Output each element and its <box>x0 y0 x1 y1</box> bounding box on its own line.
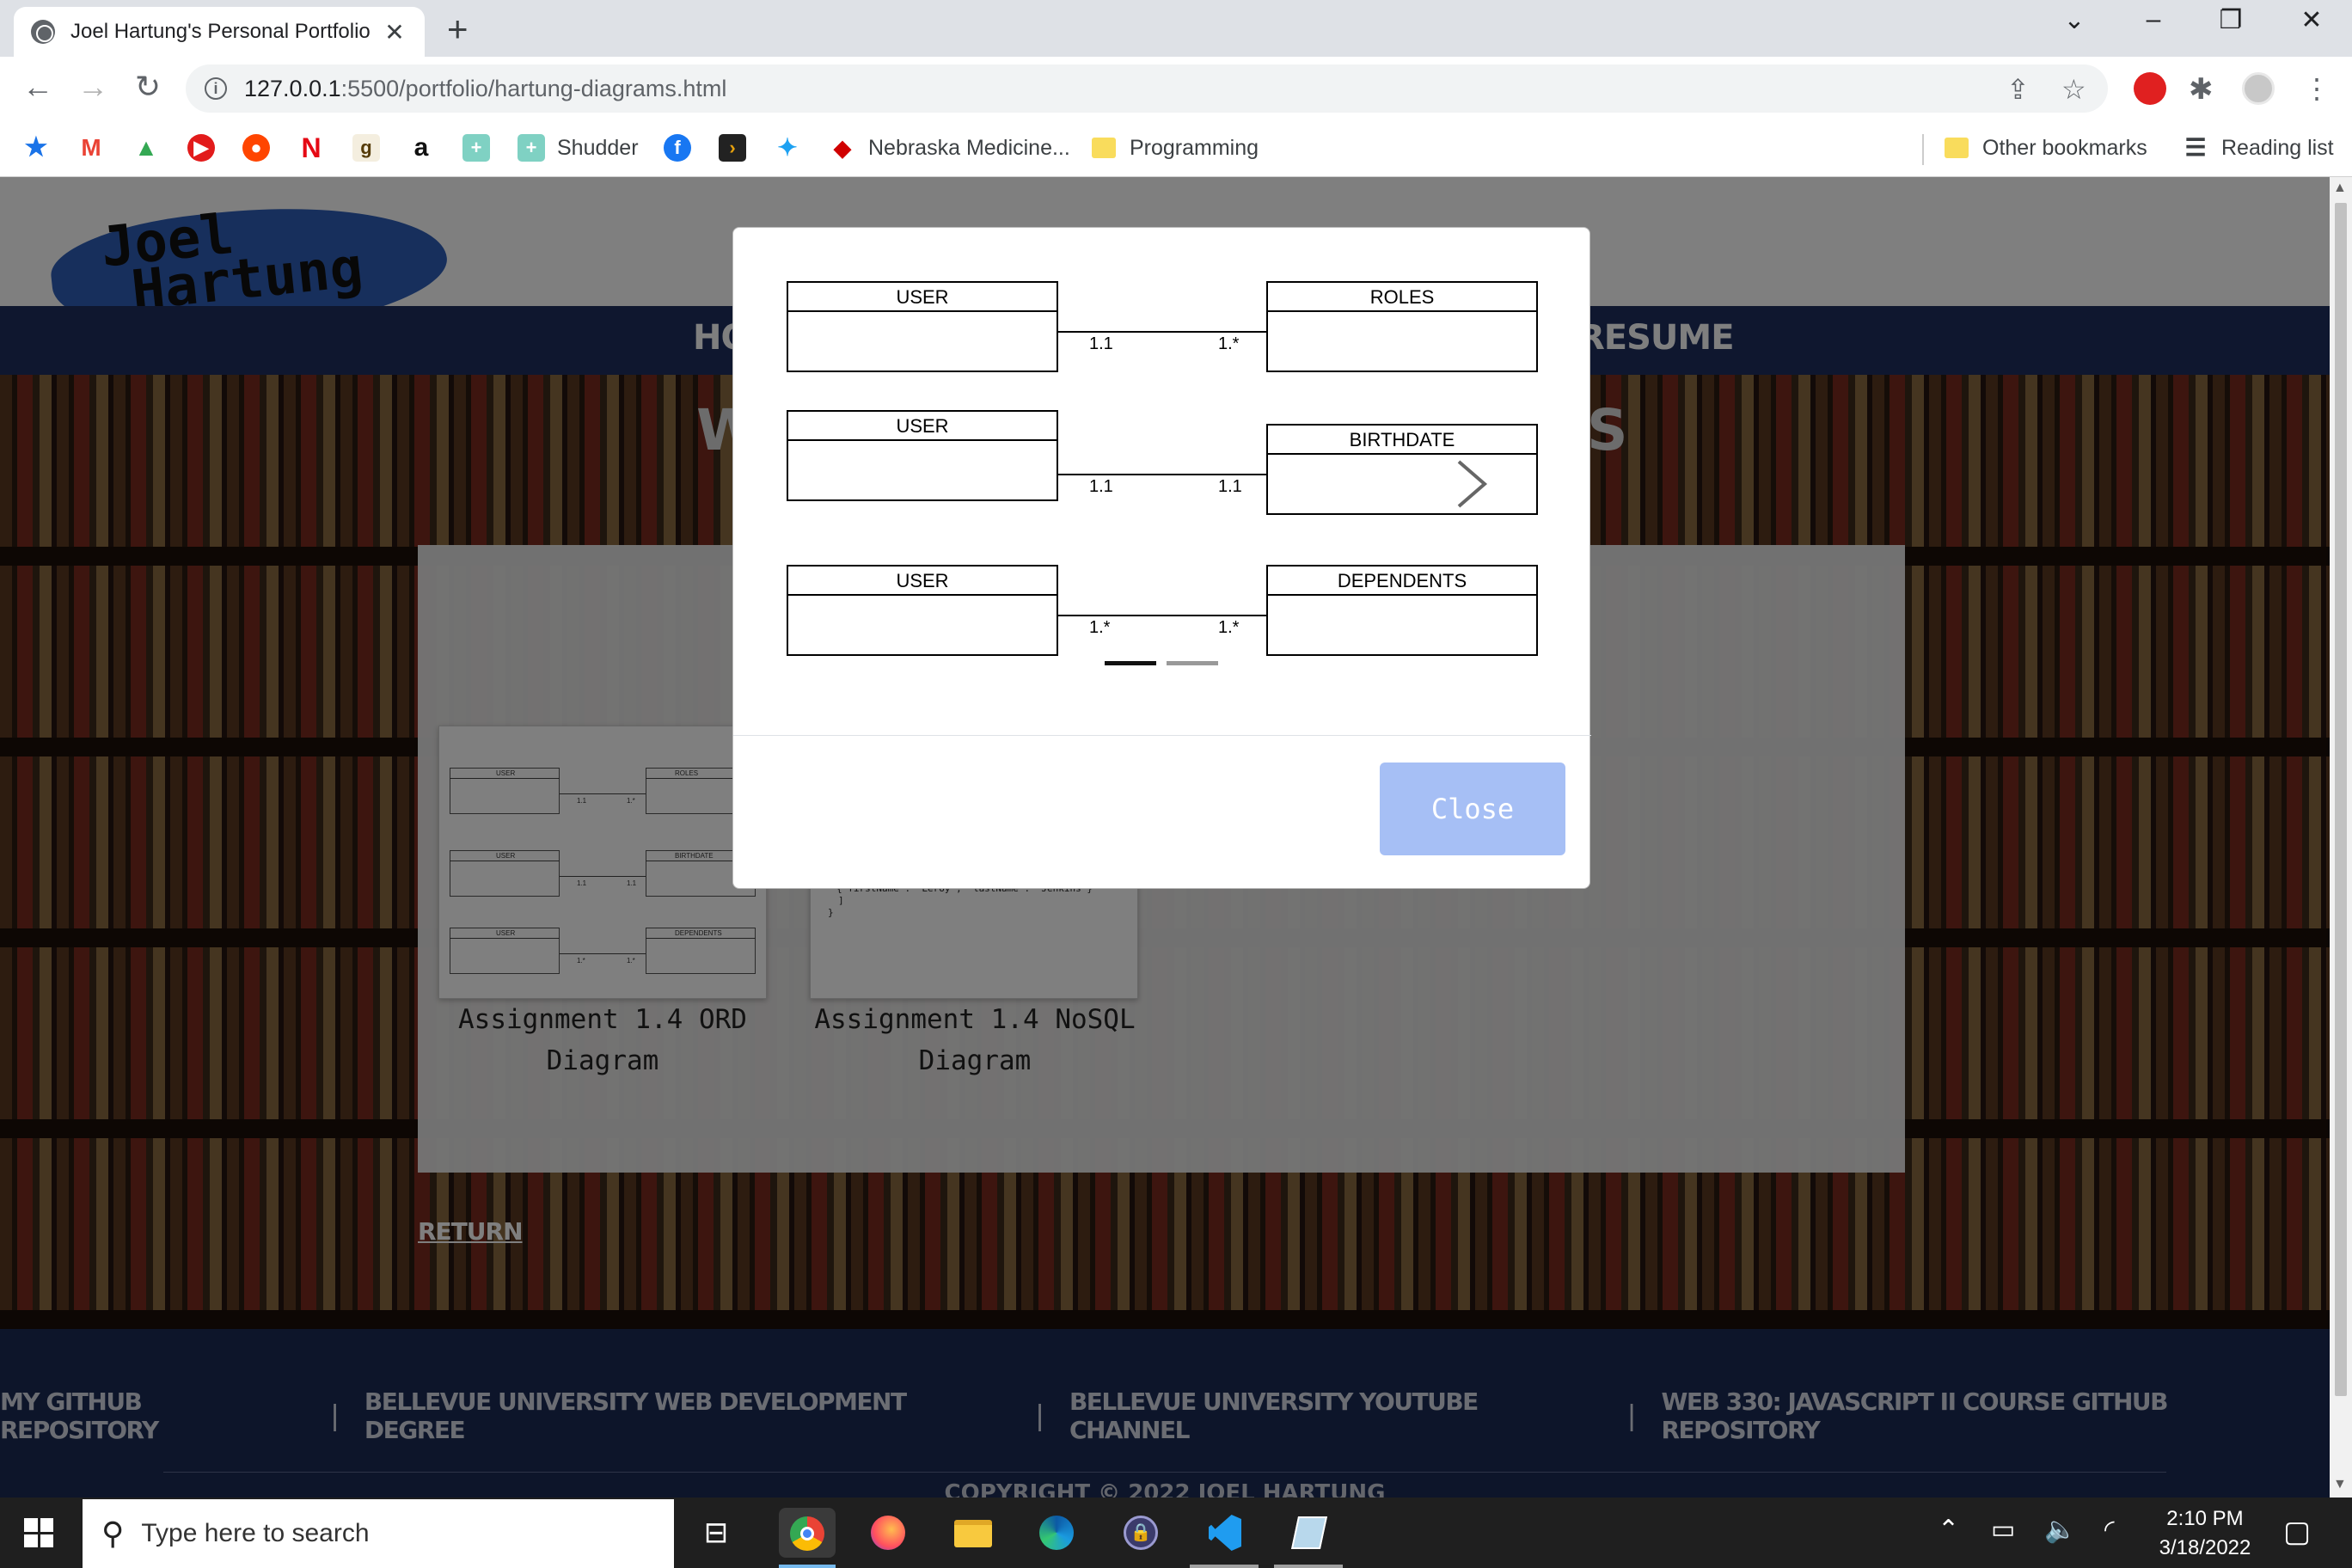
twitter-icon[interactable]: ✦ <box>774 131 813 165</box>
drive-icon[interactable]: ▲ <box>132 131 172 165</box>
plex-icon[interactable]: › <box>719 131 758 165</box>
active-app-underline <box>779 1565 836 1568</box>
modal-body: USER ROLES 1.1 1.* USER BIRTHDATE 1.1 1.1 USER DE… <box>733 228 1591 735</box>
info-icon[interactable]: i <box>205 77 227 100</box>
battery-icon[interactable]: ▭ <box>1991 1515 2015 1545</box>
extensions-puzzle-icon[interactable]: ✱ <box>2189 72 2221 106</box>
bookmark-nebraska-medicine[interactable]: ◆ Nebraska Medicine... <box>829 131 1070 165</box>
show-hidden-icons[interactable]: ⌃ <box>1938 1515 1959 1545</box>
running-app-underline <box>1274 1565 1343 1568</box>
erd-entity-user-2: USER <box>787 410 1058 501</box>
taskbar-search[interactable]: ⚲ Type here to search <box>83 1499 674 1568</box>
taskbar-clock[interactable]: 2:10 PM 3/18/2022 <box>2149 1504 2261 1563</box>
erd-entity-birthdate: BIRTHDATE <box>1266 424 1538 515</box>
erd-cardinality-right: 1.* <box>1218 334 1240 353</box>
restore-button[interactable]: ❐ <box>2209 5 2252 35</box>
browser-tab-bar: Joel Hartung's Personal Portfolio ✕ + ⌄ … <box>0 0 2352 57</box>
task-view-icon[interactable]: ⊟ <box>691 1508 741 1558</box>
windows-start-icon[interactable] <box>24 1518 53 1547</box>
erd-entity-user-1: USER <box>787 281 1058 372</box>
new-tab-button[interactable]: + <box>447 9 469 50</box>
back-button[interactable]: ← <box>19 69 57 105</box>
tab-title: Joel Hartung's Personal Portfolio <box>70 20 371 43</box>
edge-taskbar-icon[interactable] <box>1032 1508 1081 1558</box>
share-icon[interactable]: ⇪ <box>2006 73 2030 106</box>
bookmarks-star-icon[interactable]: ★ <box>22 131 62 165</box>
close-tab-icon[interactable]: ✕ <box>382 18 407 46</box>
plus-icon: + <box>518 134 545 162</box>
erd-cardinality-left: 1.* <box>1089 618 1111 637</box>
gmail-icon[interactable]: M <box>77 131 117 165</box>
firefox-taskbar-icon[interactable] <box>863 1508 913 1558</box>
amazon-icon[interactable]: a <box>407 131 447 165</box>
file-explorer-taskbar-icon[interactable] <box>947 1508 997 1558</box>
reading-list[interactable]: ☰ Reading list <box>2182 131 2333 165</box>
carousel-indicator-1[interactable] <box>1105 661 1156 665</box>
goodreads-icon[interactable]: g <box>352 131 392 165</box>
vpn-lock-taskbar-icon[interactable]: 🔒 <box>1116 1508 1166 1558</box>
reddit-icon[interactable]: ● <box>242 131 282 165</box>
erd-entity-roles: ROLES <box>1266 281 1538 372</box>
wifi-icon[interactable]: ◜ <box>2104 1515 2115 1545</box>
close-button[interactable]: Close <box>1380 763 1565 855</box>
scroll-up-icon[interactable]: ▲ <box>2333 181 2347 196</box>
erd-cardinality-right: 1.1 <box>1218 477 1242 496</box>
erd-entity-user-3: USER <box>787 565 1058 656</box>
chrome-taskbar-icon[interactable] <box>779 1508 836 1558</box>
page-scrollbar[interactable]: ▲ ▼ <box>2330 177 2352 1498</box>
url-text: 127.0.0.1:5500/portfolio/hartung-diagram… <box>244 75 727 101</box>
erd-cardinality-left: 1.1 <box>1089 334 1113 353</box>
web-page: Joel Hartung HO RESUME W S USERROLES1.11… <box>0 177 2330 1498</box>
forward-button[interactable]: → <box>74 69 112 105</box>
carousel-next-icon[interactable] <box>1450 458 1491 510</box>
profile-avatar[interactable] <box>2242 72 2275 105</box>
reading-list-icon: ☰ <box>2184 134 2207 161</box>
address-bar[interactable]: i 127.0.0.1:5500/portfolio/hartung-diagr… <box>186 64 2108 113</box>
plus-bookmark-icon[interactable]: + <box>462 131 502 165</box>
bookmark-folder-programming[interactable]: Programming <box>1092 131 1259 165</box>
modal-footer: Close <box>733 735 1591 890</box>
nebraska-shield-icon: ◆ <box>834 135 851 161</box>
volume-muted-icon[interactable]: 🔈 <box>2044 1515 2076 1545</box>
bookmarks-bar: ★ M ▲ ▶ ● N g a + + Shudder f › ✦ ◆ Nebras… <box>0 120 2352 177</box>
erd-cardinality-right: 1.* <box>1218 618 1240 637</box>
erd-cardinality-left: 1.1 <box>1089 477 1113 496</box>
bookmark-star-icon[interactable]: ☆ <box>2061 73 2086 106</box>
notepad-taskbar-icon[interactable] <box>1284 1508 1334 1558</box>
folder-icon <box>1092 138 1116 158</box>
carousel-indicator-2[interactable] <box>1167 661 1218 665</box>
scroll-down-icon[interactable]: ▼ <box>2333 1477 2347 1492</box>
browser-tab[interactable]: Joel Hartung's Personal Portfolio ✕ <box>14 7 425 57</box>
search-placeholder: Type here to search <box>141 1519 370 1547</box>
close-window-button[interactable]: ✕ <box>2290 5 2333 35</box>
vscode-taskbar-icon[interactable] <box>1200 1508 1250 1558</box>
diagram-modal: USER ROLES 1.1 1.* USER BIRTHDATE 1.1 1.1 USER DE… <box>732 227 1591 890</box>
minimize-button[interactable]: – <box>2132 5 2175 34</box>
erd-relationship-line <box>1058 615 1266 616</box>
adblock-extension-icon[interactable] <box>2134 72 2166 105</box>
windows-taskbar: ⚲ Type here to search ⊟ 🔒 ⌃ ▭ 🔈 ◜ 2:10 P… <box>0 1498 2352 1568</box>
bookmarks-divider <box>1922 134 1924 165</box>
facebook-icon[interactable]: f <box>664 131 703 165</box>
globe-icon <box>31 20 55 44</box>
erd-relationship-line <box>1058 331 1266 333</box>
erd-entity-dependents: DEPENDENTS <box>1266 565 1538 656</box>
bookmark-folder-other[interactable]: Other bookmarks <box>1945 131 2147 165</box>
reload-button[interactable]: ↻ <box>129 69 167 105</box>
running-app-underline <box>1190 1565 1259 1568</box>
notifications-icon[interactable]: ▢ <box>2283 1515 2311 1549</box>
bookmark-shudder[interactable]: + Shudder <box>518 131 639 165</box>
youtube-icon[interactable]: ▶ <box>187 131 227 165</box>
erd-relationship-line <box>1058 474 1266 475</box>
folder-icon <box>1945 138 1969 158</box>
tab-search-icon[interactable]: ⌄ <box>2053 5 2096 35</box>
browser-toolbar: ← → ↻ i 127.0.0.1:5500/portfolio/hartung… <box>0 57 2352 120</box>
scrollbar-thumb[interactable] <box>2335 203 2347 1396</box>
netflix-icon[interactable]: N <box>297 131 337 165</box>
menu-dots-icon[interactable]: ⋮ <box>2300 72 2333 105</box>
search-icon: ⚲ <box>101 1516 125 1551</box>
